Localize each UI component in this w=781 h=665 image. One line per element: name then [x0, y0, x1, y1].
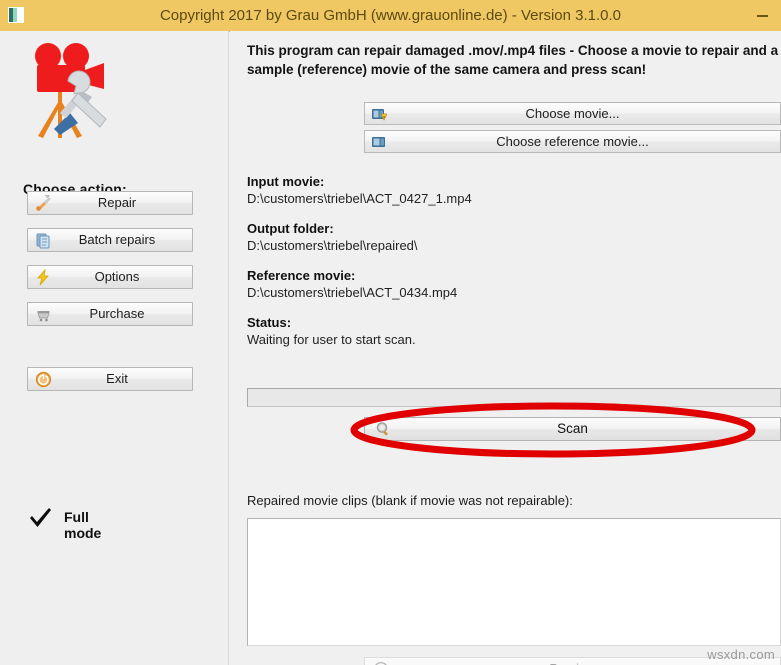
title-bar[interactable]: Copyright 2017 by Grau GmbH (www.grauonl…	[0, 0, 781, 32]
watermark: wsxdn.com	[707, 647, 775, 662]
repair-button-label: Repair	[97, 195, 137, 210]
checkmark-icon	[28, 506, 54, 530]
minimize-icon	[756, 15, 768, 18]
status-label: Status:	[247, 315, 292, 330]
purchase-button-label: Purchase	[89, 306, 145, 321]
input-movie-label: Input movie:	[247, 174, 325, 189]
purchase-button[interactable]: Purchase	[27, 302, 193, 326]
batch-repairs-button[interactable]: Batch repairs	[27, 228, 193, 252]
application-window: Copyright 2017 by Grau GmbH (www.grauonl…	[0, 0, 781, 665]
output-folder-value: D:\customers\triebel\repaired\	[247, 238, 418, 253]
reference-movie-label: Reference movie:	[247, 268, 356, 283]
scan-button[interactable]: Scan	[364, 417, 781, 441]
movie-camera-repair-logo	[20, 39, 130, 144]
input-movie-value: D:\customers\triebel\ACT_0427_1.mp4	[247, 191, 472, 206]
options-button[interactable]: Options	[27, 265, 193, 289]
repaired-clips-label: Repaired movie clips (blank if movie was…	[247, 493, 573, 508]
repaired-clips-list[interactable]	[247, 518, 781, 646]
repair-button[interactable]: Repair	[27, 191, 193, 215]
intro-text: This program can repair damaged .mov/.mp…	[247, 43, 781, 77]
choose-movie-button[interactable]: Choose movie...	[364, 102, 781, 125]
options-button-label: Options	[94, 269, 140, 284]
status-field: Status: Waiting for user to start scan.	[247, 315, 416, 347]
choose-reference-movie-button[interactable]: Choose reference movie...	[364, 130, 781, 153]
reference-movie-value: D:\customers\triebel\ACT_0434.mp4	[247, 285, 458, 300]
exit-button[interactable]: Exit	[27, 367, 193, 391]
status-value: Waiting for user to start scan.	[247, 332, 416, 347]
input-movie-field: Input movie: D:\customers\triebel\ACT_04…	[247, 174, 472, 206]
choose-reference-movie-button-label: Choose reference movie...	[496, 134, 649, 149]
choose-movie-button-label: Choose movie...	[525, 106, 620, 121]
output-folder-label: Output folder:	[247, 221, 334, 236]
minimize-button[interactable]	[747, 0, 777, 31]
exit-button-label: Exit	[106, 371, 128, 386]
scan-button-label: Scan	[557, 421, 588, 436]
batch-repairs-button-label: Batch repairs	[78, 232, 156, 247]
scan-progress-bar	[247, 388, 781, 407]
output-folder-field: Output folder: D:\customers\triebel\repa…	[247, 221, 418, 253]
main-panel: This program can repair damaged .mov/.mp…	[230, 31, 781, 665]
sidebar: Choose action: Repair Batch repairs Opti…	[0, 31, 229, 665]
window-title: Copyright 2017 by Grau GmbH (www.grauonl…	[159, 7, 622, 24]
full-mode-label: Full mode	[64, 509, 102, 541]
reference-movie-field: Reference movie: D:\customers\triebel\AC…	[247, 268, 457, 300]
